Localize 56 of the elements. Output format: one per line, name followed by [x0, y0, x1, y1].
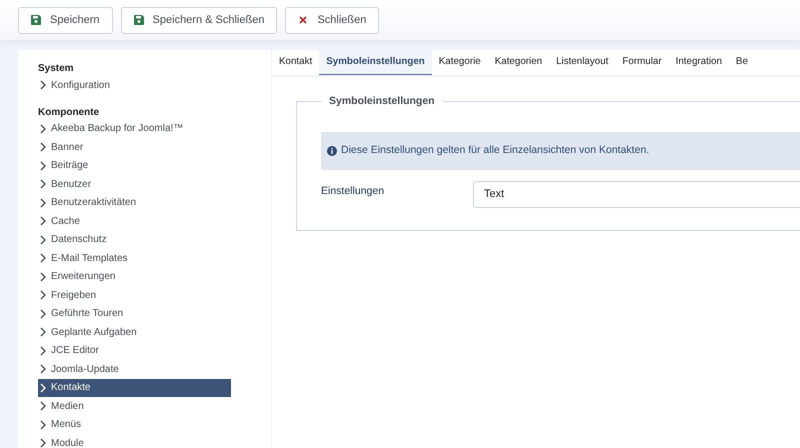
chevron-right-icon [40, 234, 46, 245]
sidebar-item[interactable]: Geführte Touren [38, 304, 231, 323]
section-heading: Komponente [38, 106, 100, 120]
chevron-right-icon [40, 327, 46, 338]
sidebar-item[interactable]: Konfiguration [38, 76, 231, 94]
sidebar-item[interactable]: Beiträge [38, 156, 231, 175]
sidebar-item[interactable]: Module [38, 434, 231, 448]
tab[interactable]: Kategorien [488, 50, 550, 75]
sidebar-item[interactable]: Medien [38, 397, 231, 416]
chevron-right-icon [40, 346, 46, 356]
toolbar-button[interactable]: Speichern [18, 6, 113, 34]
chevron-right-icon [40, 124, 46, 134]
chevron-right-icon [40, 438, 46, 448]
tab[interactable]: Be [728, 50, 755, 75]
close-icon [298, 15, 308, 25]
tab[interactable]: Symboleinstellungen [319, 50, 432, 75]
chevron-right-icon [40, 364, 46, 374]
info-icon [327, 146, 337, 156]
chevron-right-icon [40, 198, 46, 208]
sidebar-item[interactable]: Akeeba Backup for Joomla!™ [38, 120, 231, 138]
toolbar-button[interactable]: Speichern & Schließen [120, 6, 278, 34]
sidebar-item[interactable]: Kontakte [38, 378, 231, 397]
alert-text: Diese Einstellungen gelten für alle Einzelansichten von Kontakten. [341, 142, 650, 158]
chevron-right-icon [40, 179, 46, 190]
sidebar-item[interactable]: Benutzer [38, 175, 231, 194]
sidebar-item[interactable]: Geplante Aufgaben [38, 323, 231, 342]
sidebar-item[interactable]: Datenschutz [38, 230, 231, 249]
field-label: Einstellungen [321, 184, 386, 198]
section-heading: System [38, 62, 75, 76]
sidebar-item[interactable]: Banner [38, 138, 231, 156]
sidebar-item[interactable]: Joomla-Update [38, 360, 231, 378]
chevron-right-icon [40, 253, 46, 264]
chevron-right-icon [40, 142, 46, 152]
sidebar-item[interactable]: Freigeben [38, 286, 231, 304]
sidebar-item[interactable]: Benutzeraktivitäten [38, 194, 231, 212]
tab[interactable]: Integration [668, 50, 729, 75]
chevron-right-icon [40, 308, 46, 319]
chevron-right-icon [40, 80, 46, 90]
chevron-right-icon [40, 420, 46, 430]
chevron-right-icon [40, 401, 46, 412]
tab[interactable]: Formular [615, 50, 669, 75]
sidebar-item[interactable]: Menüs [38, 416, 231, 434]
select-field[interactable]: Text [473, 180, 800, 208]
toolbar-button[interactable]: Schließen [285, 6, 380, 34]
sidebar-item[interactable]: E-Mail Templates [38, 249, 231, 268]
chevron-right-icon [40, 160, 46, 171]
chevron-right-icon [40, 290, 46, 300]
tab[interactable]: Kategorie [432, 50, 488, 75]
chevron-right-icon [40, 382, 46, 393]
chevron-right-icon [40, 216, 46, 226]
sidebar-item[interactable]: JCE Editor [38, 342, 231, 360]
tab[interactable]: Listenlayout [549, 50, 616, 75]
tab[interactable]: Kontakt [272, 50, 320, 75]
sidebar-item[interactable]: Erweiterungen [38, 268, 231, 286]
chevron-right-icon [40, 272, 46, 282]
sidebar-item[interactable]: Cache [38, 212, 231, 230]
